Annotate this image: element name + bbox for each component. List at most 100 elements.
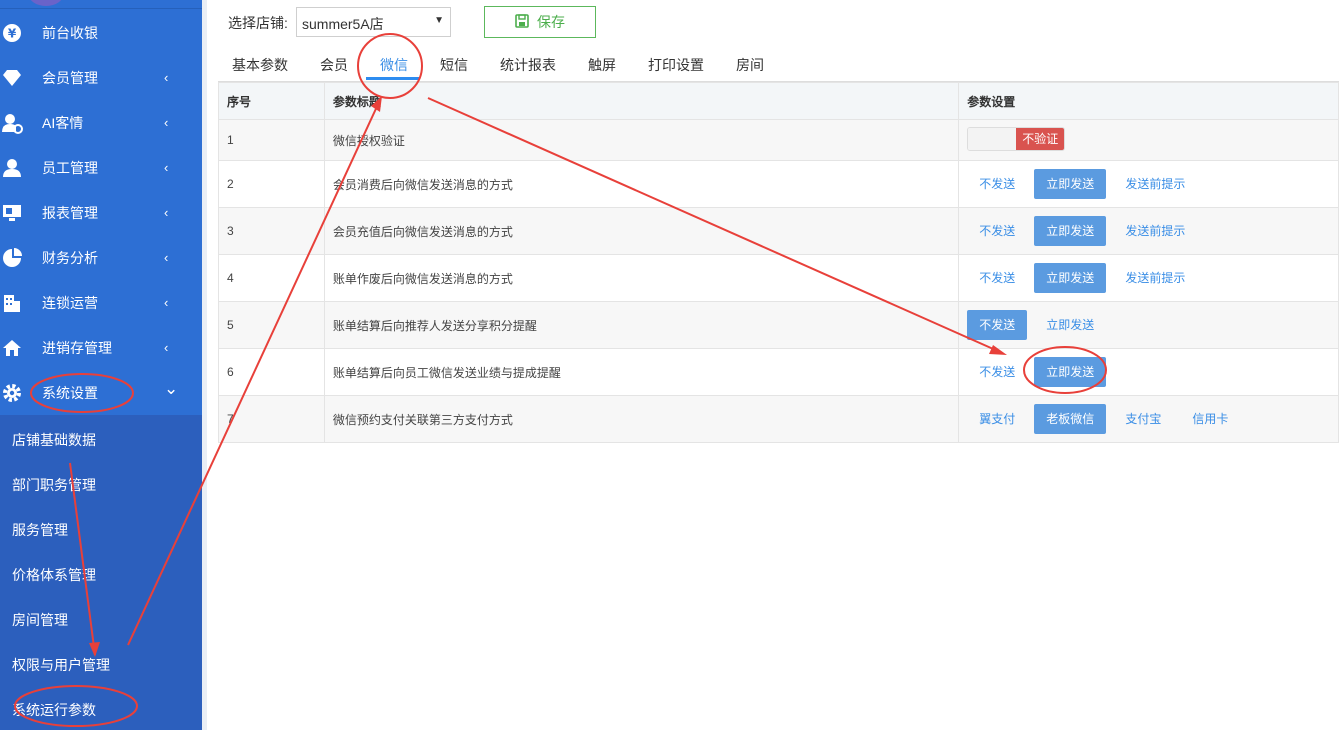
chevron-left-icon: ‹: [164, 250, 169, 265]
chevron-left-icon: ‹: [164, 70, 169, 85]
row-title: 会员消费后向微信发送消息的方式: [323, 160, 960, 208]
sidebar-item-settings[interactable]: 系统设置 ⌄: [0, 370, 202, 415]
svg-text:¥: ¥: [8, 26, 17, 40]
submenu-item-services[interactable]: 服务管理: [12, 520, 68, 540]
gear-icon: [0, 381, 24, 405]
sidebar-item-label: 会员管理: [42, 69, 98, 86]
verify-toggle[interactable]: 不验证: [967, 127, 1066, 151]
option-no-send[interactable]: 不发送: [967, 310, 1028, 340]
pie-chart-icon: [0, 246, 24, 270]
row-setting: 不发送 立即发送 发送前提示: [958, 254, 1339, 302]
sidebar-item-inventory[interactable]: 进销存管理 ‹: [0, 325, 202, 370]
row-setting: 不发送 立即发送: [958, 301, 1339, 349]
submenu-item-departments[interactable]: 部门职务管理: [12, 475, 96, 495]
avatar[interactable]: [28, 0, 64, 6]
option-no-send[interactable]: 不发送: [967, 169, 1027, 199]
row-no: 5: [218, 301, 325, 349]
sidebar-divider: [0, 8, 202, 9]
dropdown-arrow-icon: ▼: [434, 15, 444, 26]
table-row: 5 账单结算后向推荐人发送分享积分提醒 不发送 立即发送: [218, 301, 1339, 349]
submenu-item-permissions[interactable]: 权限与用户管理: [12, 655, 110, 675]
chevron-left-icon: ‹: [164, 205, 169, 220]
row-setting: 不发送 立即发送 发送前提示: [958, 160, 1339, 208]
save-button-label: 保存: [537, 14, 565, 30]
row-title: 微信预约支付关联第三方支付方式: [323, 395, 960, 443]
row-setting: 不发送 立即发送 发送前提示: [958, 207, 1339, 255]
row-no: 7: [218, 395, 325, 443]
col-header-title: 参数标题: [323, 82, 960, 120]
tab-statistics[interactable]: 统计报表: [500, 55, 556, 75]
sidebar-edge: [202, 0, 207, 730]
settings-submenu: 店铺基础数据 部门职务管理 服务管理 价格体系管理 房间管理 权限与用户管理 系…: [0, 415, 202, 730]
tab-sms[interactable]: 短信: [440, 55, 468, 75]
row-setting: 翼支付 老板微信 支付宝 信用卡: [958, 395, 1339, 443]
tab-print-settings[interactable]: 打印设置: [648, 55, 704, 75]
row-setting: 不验证: [958, 119, 1339, 161]
chevron-left-icon: ‹: [164, 295, 169, 310]
submenu-item-store-data[interactable]: 店铺基础数据: [12, 430, 96, 450]
table-header-row: 序号 参数标题 参数设置: [218, 82, 1339, 120]
sidebar-item-cashier[interactable]: ¥ 前台收银: [0, 10, 202, 55]
option-send-now[interactable]: 立即发送: [1034, 357, 1107, 387]
col-header-setting: 参数设置: [958, 82, 1339, 120]
toggle-knob: [968, 128, 1017, 150]
save-button[interactable]: 保存: [484, 6, 596, 38]
option-no-send[interactable]: 不发送: [967, 216, 1027, 246]
option-send-now[interactable]: 立即发送: [1034, 263, 1107, 293]
sidebar-item-finance[interactable]: 财务分析 ‹: [0, 235, 202, 280]
submenu-item-run-params[interactable]: 系统运行参数: [12, 700, 96, 720]
option-prompt-before-send[interactable]: 发送前提示: [1113, 263, 1197, 293]
table-row: 1 微信授权验证 不验证: [218, 119, 1339, 161]
tab-basic-params[interactable]: 基本参数: [232, 55, 288, 75]
table-row: 6 账单结算后向员工微信发送业绩与提成提醒 不发送 立即发送: [218, 348, 1339, 396]
table-row: 2 会员消费后向微信发送消息的方式 不发送 立即发送 发送前提示: [218, 160, 1339, 208]
chevron-left-icon: ‹: [164, 115, 169, 130]
tab-members[interactable]: 会员: [320, 55, 348, 75]
option-bestpay[interactable]: 翼支付: [967, 404, 1027, 434]
option-send-now[interactable]: 立即发送: [1034, 216, 1107, 246]
chevron-down-icon: ⌄: [164, 379, 179, 398]
option-boss-wechat[interactable]: 老板微信: [1034, 404, 1107, 434]
table-row: 4 账单作废后向微信发送消息的方式 不发送 立即发送 发送前提示: [218, 254, 1339, 302]
yen-icon: ¥: [0, 21, 24, 45]
option-no-send[interactable]: 不发送: [967, 357, 1027, 387]
sidebar-item-chain[interactable]: 连锁运营 ‹: [0, 280, 202, 325]
row-no: 1: [218, 119, 325, 161]
row-title: 账单结算后向推荐人发送分享积分提醒: [323, 301, 960, 349]
sidebar-item-members[interactable]: 会员管理 ‹: [0, 55, 202, 100]
sidebar-item-label: 系统设置: [42, 384, 98, 401]
table-row: 3 会员充值后向微信发送消息的方式 不发送 立即发送 发送前提示: [218, 207, 1339, 255]
save-icon: [515, 13, 529, 31]
option-no-send[interactable]: 不发送: [967, 263, 1027, 293]
params-table: 序号 参数标题 参数设置 1 微信授权验证 不验证 2 会员消费后向微信发送消息…: [218, 82, 1339, 443]
row-title: 账单结算后向员工微信发送业绩与提成提醒: [323, 348, 960, 396]
toggle-label: 不验证: [1016, 128, 1065, 150]
row-title: 会员充值后向微信发送消息的方式: [323, 207, 960, 255]
user-icon: [0, 156, 24, 180]
row-no: 4: [218, 254, 325, 302]
tab-wechat[interactable]: 微信: [380, 55, 408, 75]
submenu-item-pricing[interactable]: 价格体系管理: [12, 565, 96, 585]
sidebar-item-label: AI客情: [42, 114, 84, 131]
sidebar-item-reports[interactable]: 报表管理 ‹: [0, 190, 202, 235]
chevron-left-icon: ‹: [164, 340, 169, 355]
row-no: 6: [218, 348, 325, 396]
store-select[interactable]: summer5A店 ▼: [296, 7, 451, 37]
submenu-item-rooms[interactable]: 房间管理: [12, 610, 68, 630]
diamond-icon: [0, 66, 24, 90]
option-alipay[interactable]: 支付宝: [1113, 404, 1173, 434]
sidebar-item-staff[interactable]: 员工管理 ‹: [0, 145, 202, 190]
row-no: 2: [218, 160, 325, 208]
store-select-label: 选择店铺:: [228, 15, 288, 31]
option-credit-card[interactable]: 信用卡: [1180, 404, 1240, 434]
tab-touchscreen[interactable]: 触屏: [588, 55, 616, 75]
sidebar-item-label: 进销存管理: [42, 339, 112, 356]
option-send-now[interactable]: 立即发送: [1034, 310, 1106, 340]
tab-rooms[interactable]: 房间: [736, 55, 764, 75]
row-title: 账单作废后向微信发送消息的方式: [323, 254, 960, 302]
option-send-now[interactable]: 立即发送: [1034, 169, 1107, 199]
option-prompt-before-send[interactable]: 发送前提示: [1113, 216, 1197, 246]
option-prompt-before-send[interactable]: 发送前提示: [1113, 169, 1197, 199]
table-row: 7 微信预约支付关联第三方支付方式 翼支付 老板微信 支付宝 信用卡: [218, 395, 1339, 443]
sidebar-item-ai[interactable]: AI客情 ‹: [0, 100, 202, 145]
